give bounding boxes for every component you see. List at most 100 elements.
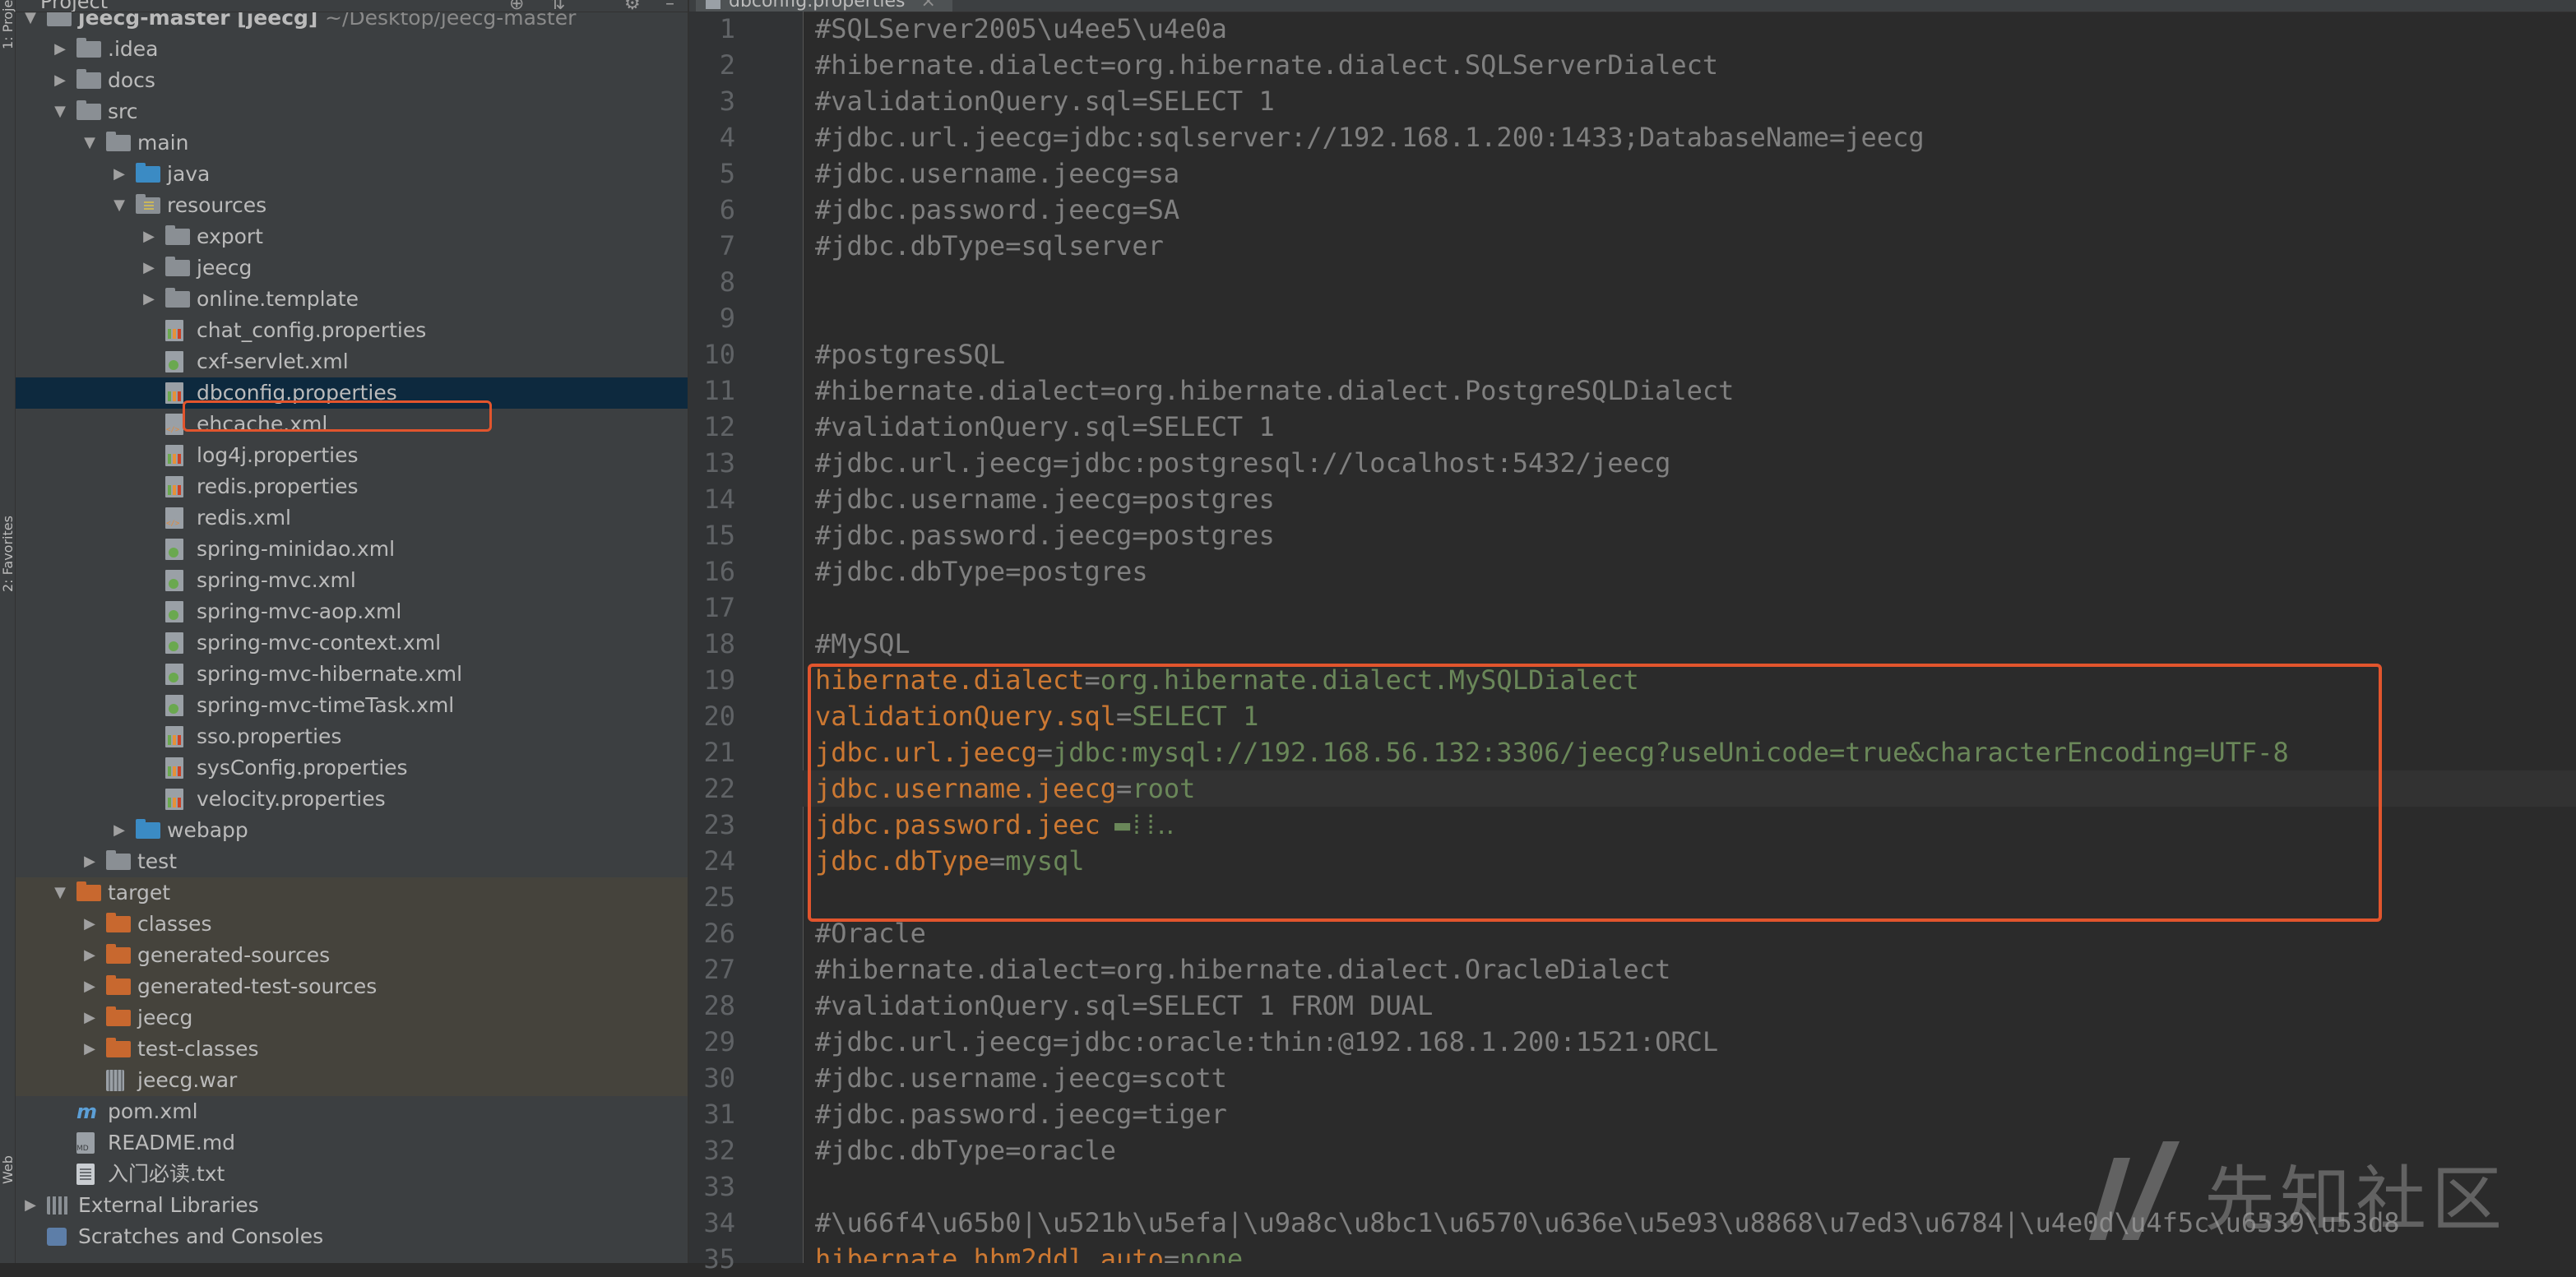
tree-item[interactable]: ▼ resources	[16, 190, 688, 221]
code-line[interactable]: #hibernate.dialect=org.hibernate.dialect…	[815, 372, 1734, 409]
code-line[interactable]: #validationQuery.sql=SELECT 1	[815, 409, 1275, 445]
code-line[interactable]: #jdbc.username.jeecg=postgres	[815, 481, 1275, 517]
tree-item[interactable]: ▶ classes	[16, 909, 688, 940]
tree-item[interactable]: ▶ test-classes	[16, 1034, 688, 1065]
tree-item[interactable]: ▶ test	[16, 846, 688, 877]
tree-item[interactable]: ▶ webapp	[16, 815, 688, 846]
code-line[interactable]: #jdbc.username.jeecg=scott	[815, 1060, 1227, 1096]
tree-item[interactable]: sysConfig.properties	[16, 752, 688, 784]
code-line[interactable]: #jdbc.dbType=oracle	[815, 1132, 1116, 1168]
tree-item[interactable]: 入门必读.txt	[16, 1159, 688, 1190]
line-number: 31	[703, 1099, 735, 1130]
tree-item[interactable]: spring-mvc-hibernate.xml	[16, 659, 688, 690]
code-line[interactable]: #SQLServer2005\u4ee5\u4e0a	[815, 12, 1227, 47]
code-line[interactable]: #jdbc.url.jeecg=jdbc:postgresql://localh…	[815, 445, 1670, 481]
code-editor[interactable]: #SQLServer2005\u4ee5\u4e0a #hibernate.dia…	[803, 12, 2576, 1263]
code-line[interactable]: #hibernate.dialect=org.hibernate.dialect…	[815, 951, 1670, 988]
tree-item[interactable]: redis.properties	[16, 471, 688, 502]
tree-item[interactable]: spring-mvc-timeTask.xml	[16, 690, 688, 721]
tree-item[interactable]: ▼ src	[16, 96, 688, 127]
tree-item[interactable]: log4j.properties	[16, 440, 688, 471]
tree-item[interactable]: chat_config.properties	[16, 315, 688, 346]
expand-arrow-right-icon[interactable]: ▶	[111, 159, 127, 190]
tree-item[interactable]: ▶ jeecg	[16, 252, 688, 284]
tree-item[interactable]: spring-mvc.xml	[16, 565, 688, 596]
excluded-folder-icon	[76, 881, 101, 901]
expand-arrow-right-icon[interactable]: ▶	[81, 909, 98, 940]
tree-item[interactable]: ▶ online.template	[16, 284, 688, 315]
excluded-folder-icon	[106, 913, 131, 932]
code-line[interactable]: #MySQL	[815, 626, 910, 662]
expand-arrow-down-icon[interactable]: ▼	[52, 96, 68, 127]
code-line[interactable]: #jdbc.url.jeecg=jdbc:sqlserver://192.168…	[815, 119, 1925, 155]
tree-item[interactable]: velocity.properties	[16, 784, 688, 815]
expand-arrow-right-icon[interactable]: ▶	[52, 34, 68, 65]
code-line[interactable]: #jdbc.password.jeecg=tiger	[815, 1096, 1227, 1132]
folder-icon	[106, 132, 131, 151]
expand-arrow-down-icon[interactable]: ▼	[81, 127, 98, 159]
project-tool-tab[interactable]: 1: Project	[0, 0, 16, 49]
expand-arrow-right-icon[interactable]: ▶	[111, 815, 127, 846]
expand-arrow-right-icon[interactable]: ▶	[141, 221, 157, 252]
tree-item[interactable]: ▼ main	[16, 127, 688, 159]
expand-arrow-right-icon[interactable]: ▶	[81, 940, 98, 971]
tree-item[interactable]: README.md	[16, 1127, 688, 1159]
line-number-gutter: 1 2 3 4 5 6 7 8 9 10 11 12 13 14 15 16 17 18 19 20 21 22 23 24 2…	[689, 12, 804, 1275]
maven-icon: m	[76, 1100, 98, 1123]
code-line[interactable]: hibernate.hbm2ddl.auto=none	[815, 1241, 1243, 1263]
code-line[interactable]: #jdbc.username.jeecg=sa	[815, 155, 1179, 192]
code-line[interactable]: #jdbc.password.jeecg=postgres	[815, 517, 1275, 553]
code-line[interactable]: #validationQuery.sql=SELECT 1	[815, 83, 1275, 119]
expand-arrow-right-icon[interactable]: ▶	[81, 1002, 98, 1034]
expand-arrow-down-icon[interactable]: ▼	[111, 190, 127, 221]
expand-arrow-right-icon[interactable]: ▶	[141, 284, 157, 315]
code-line[interactable]: #jdbc.password.jeecg=SA	[815, 192, 1179, 228]
tree-item-label: java	[167, 162, 211, 186]
collapse-icon[interactable]: ⇅	[550, 0, 565, 12]
tree-item[interactable]: ▶ docs	[16, 65, 688, 96]
hide-icon[interactable]: –	[665, 0, 674, 12]
close-icon[interactable]: ×	[921, 0, 936, 12]
tree-item[interactable]: spring-minidao.xml	[16, 534, 688, 565]
expand-arrow-right-icon[interactable]: ▶	[81, 846, 98, 877]
code-line[interactable]: #jdbc.dbType=sqlserver	[815, 228, 1164, 264]
expand-arrow-down-icon[interactable]: ▼	[52, 877, 68, 909]
code-line[interactable]: #jdbc.url.jeecg=jdbc:oracle:thin:@192.16…	[815, 1024, 1718, 1060]
expand-arrow-right-icon[interactable]: ▶	[52, 65, 68, 96]
locate-icon[interactable]: ⊕	[509, 0, 524, 12]
project-panel-title[interactable]: Project	[40, 0, 108, 12]
gear-icon[interactable]: ⚙	[624, 0, 641, 12]
tree-item[interactable]: ▶ jeecg	[16, 1002, 688, 1034]
tree-item[interactable]: jeecg.war	[16, 1065, 688, 1096]
tree-item[interactable]: ▶ External Libraries	[16, 1190, 688, 1221]
tree-item[interactable]: ▶ export	[16, 221, 688, 252]
tree-item[interactable]: ▼ target	[16, 877, 688, 909]
tree-item[interactable]: ▶ generated-test-sources	[16, 971, 688, 1002]
expand-arrow-right-icon[interactable]: ▶	[81, 1034, 98, 1065]
property-value: none	[1179, 1243, 1244, 1263]
tree-item[interactable]: redis.xml	[16, 502, 688, 534]
tree-item[interactable]: Scratches and Consoles	[16, 1221, 688, 1252]
code-line[interactable]: #hibernate.dialect=org.hibernate.dialect…	[815, 47, 1718, 83]
tree-item[interactable]: ▶ generated-sources	[16, 940, 688, 971]
expand-arrow-right-icon[interactable]: ▶	[22, 1190, 39, 1221]
folder-icon	[76, 100, 101, 120]
tree-item[interactable]: cxf-servlet.xml	[16, 346, 688, 377]
code-line[interactable]: #jdbc.dbType=postgres	[815, 553, 1148, 590]
tree-item[interactable]: spring-mvc-context.xml	[16, 627, 688, 659]
favorites-tool-tab[interactable]: 2: Favorites	[0, 493, 16, 592]
spring-xml-file-icon	[165, 570, 183, 591]
code-line[interactable]: #validationQuery.sql=SELECT 1 FROM DUAL	[815, 988, 1433, 1024]
web-tool-tab[interactable]: Web	[0, 1135, 16, 1184]
tree-item[interactable]: spring-mvc-aop.xml	[16, 596, 688, 627]
tree-item[interactable]: ▶ java	[16, 159, 688, 190]
tree-item[interactable]: m pom.xml	[16, 1096, 688, 1127]
spring-xml-file-icon	[165, 664, 183, 685]
code-line[interactable]: #postgresSQL	[815, 336, 1005, 372]
line-number: 1	[719, 13, 735, 44]
tree-item[interactable]: sso.properties	[16, 721, 688, 752]
expand-arrow-right-icon[interactable]: ▶	[81, 971, 98, 1002]
tree-item-label: redis.properties	[197, 474, 359, 498]
expand-arrow-right-icon[interactable]: ▶	[141, 252, 157, 284]
tree-item[interactable]: ▶ .idea	[16, 34, 688, 65]
